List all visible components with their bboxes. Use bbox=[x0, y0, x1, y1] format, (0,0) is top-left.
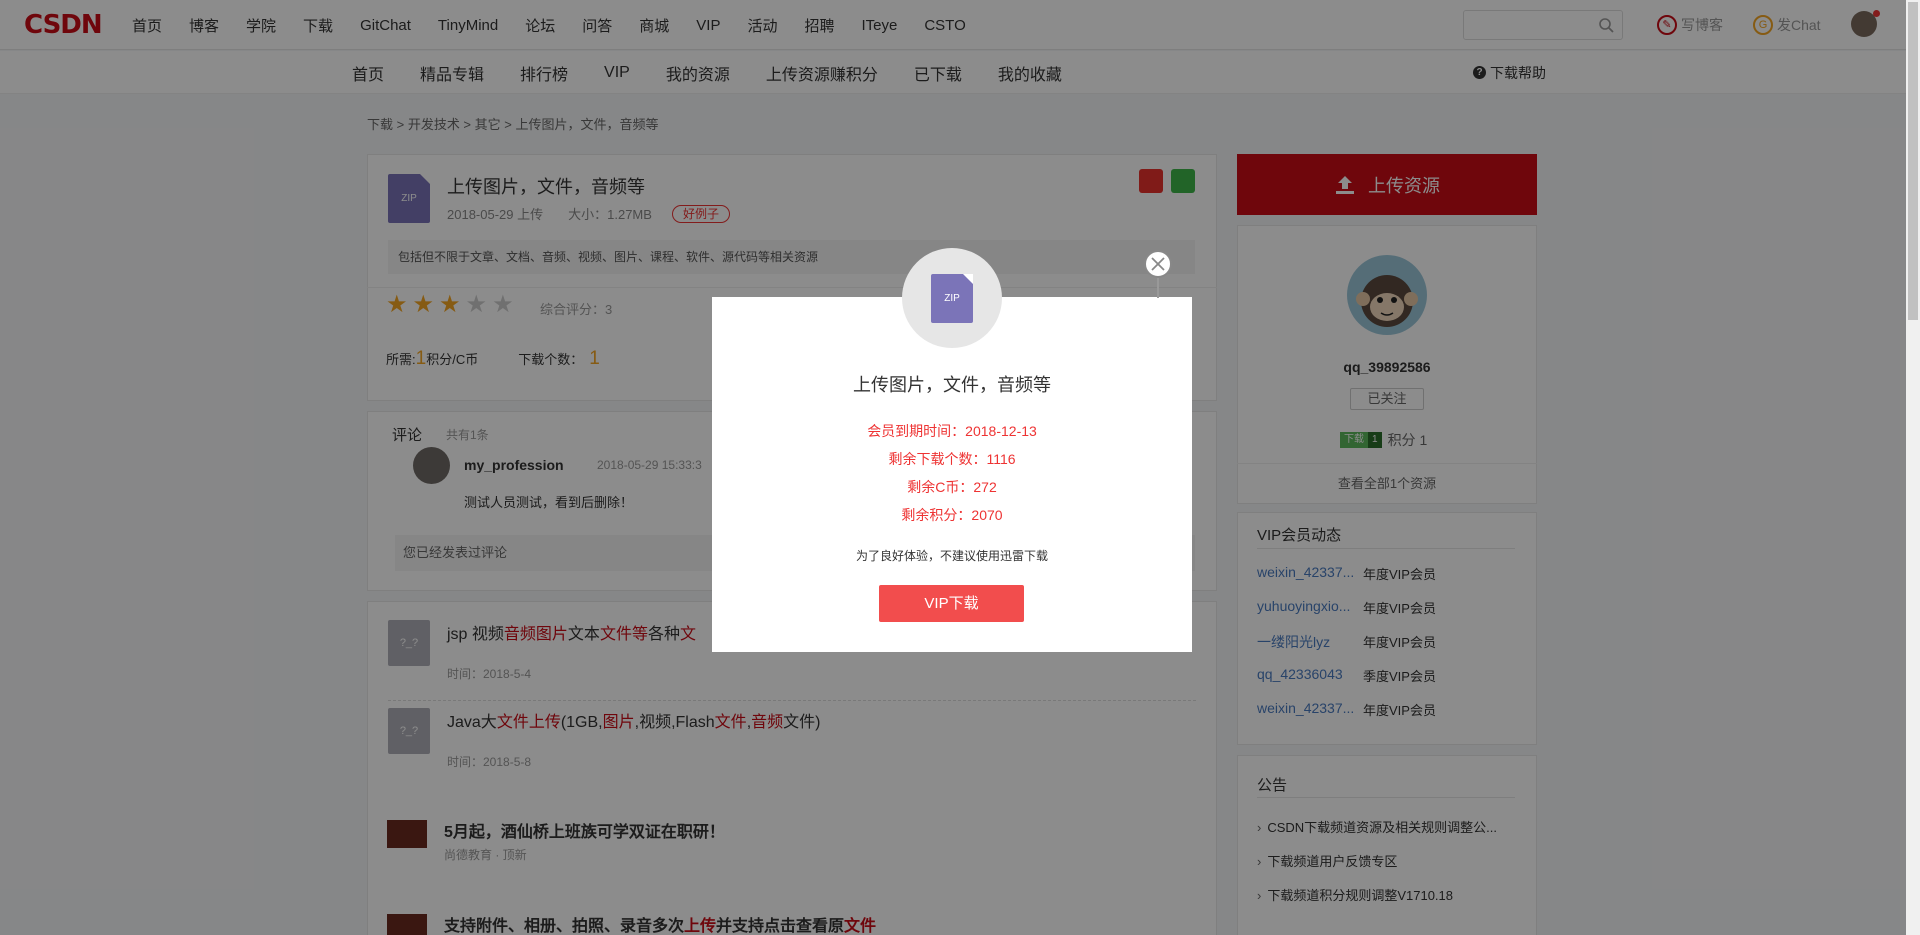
close-button[interactable] bbox=[1144, 250, 1172, 278]
scrollbar-thumb[interactable] bbox=[1908, 2, 1918, 320]
remaining-coins: 剩余C币：272 bbox=[907, 479, 997, 495]
vip-expire-date: 会员到期时间：2018-12-13 bbox=[867, 423, 1037, 439]
remaining-points: 剩余积分：2070 bbox=[901, 507, 1003, 523]
remaining-downloads: 剩余下载个数：1116 bbox=[888, 451, 1016, 467]
close-stem bbox=[1157, 278, 1159, 298]
modal-title: 上传图片，文件，音频等 bbox=[853, 375, 1051, 395]
zip-file-icon: ZIP bbox=[931, 274, 973, 323]
vip-download-button[interactable]: VIP下载 bbox=[879, 585, 1024, 622]
close-icon bbox=[1151, 257, 1165, 271]
modal-tip: 为了良好体验，不建议使用迅雷下载 bbox=[855, 549, 1048, 563]
